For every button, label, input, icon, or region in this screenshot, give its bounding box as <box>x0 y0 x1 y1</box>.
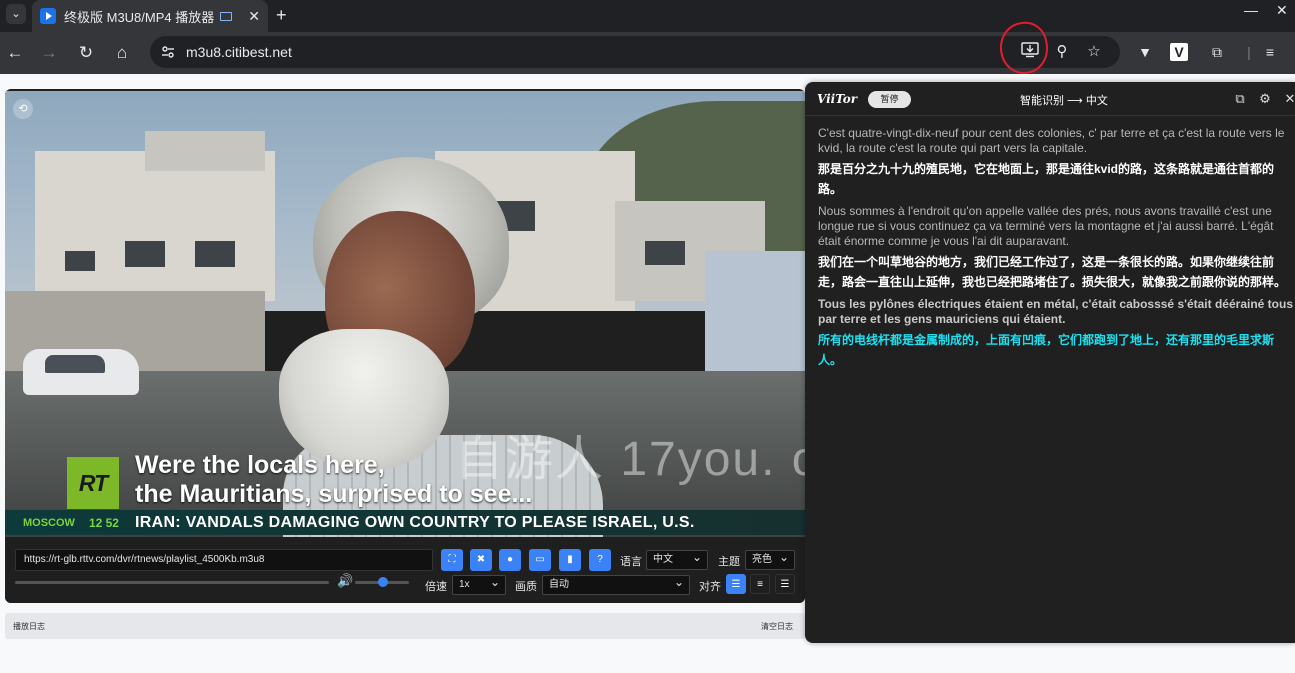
quality-label: 画质 <box>515 581 537 593</box>
theme-select[interactable]: 亮色 <box>745 548 795 570</box>
window-minimize-button[interactable]: — <box>1244 2 1258 18</box>
tab-close-icon[interactable]: ✕ <box>248 8 260 25</box>
video-car <box>23 349 139 395</box>
ticker-headline: IRAN: VANDALS DAMAGING OWN COUNTRY TO PL… <box>134 513 695 531</box>
export-icon[interactable]: ⧉ <box>1231 90 1249 108</box>
toolbar-divider: | <box>1247 44 1251 60</box>
speed-label: 倍速 <box>425 581 447 593</box>
align-right-button[interactable]: ☰ <box>775 574 795 594</box>
back-button[interactable]: ← <box>3 41 27 65</box>
vpn-extension-icon[interactable]: ▼ <box>1134 41 1156 63</box>
theme-label: 主题 <box>718 556 740 568</box>
news-ticker: MOSCOW 12 52 IRAN: VANDALS DAMAGING OWN … <box>5 510 805 535</box>
zoom-icon[interactable]: ⚲ <box>1052 42 1072 62</box>
browser-tabbar: ⌄ 终极版 M3U8/MP4 播放器 ✕ + — ✕ <box>0 0 1295 32</box>
fullscreen-button[interactable]: ⛶ <box>441 549 463 571</box>
align-left-button[interactable]: ☰ <box>726 574 746 594</box>
video-subtitle-line-2: the Mauritians, surprised to see... <box>135 480 533 508</box>
bookmark-star-icon[interactable]: ☆ <box>1084 42 1104 62</box>
recognition-mode[interactable]: 智能识别 ⟶ 中文 <box>1020 92 1108 108</box>
new-tab-button[interactable]: + <box>276 5 287 26</box>
stream-url-input[interactable]: https://rt-glb.rttv.com/dvr/rtnews/playl… <box>15 549 433 571</box>
ticker-city: MOSCOW <box>23 516 75 529</box>
address-url[interactable]: m3u8.citibest.net <box>186 44 292 60</box>
browser-toolbar: ← → ↻ ⌂ m3u8.citibest.net ⚲ ☆ <box>0 18 1295 78</box>
video-window <box>65 251 95 271</box>
transcript-source-line: Nous sommes à l'endroit qu'on appelle va… <box>818 204 1274 248</box>
video-subtitle: Were the locals here, the Mauritians, su… <box>135 451 532 509</box>
video-building-blue <box>705 251 805 371</box>
transcript-list: C'est quatre-vingt-dix-neuf pour cent de… <box>818 126 1294 373</box>
tab-search-button[interactable]: ⌄ <box>6 4 26 24</box>
reading-list-icon[interactable]: ≡ <box>1259 41 1281 63</box>
video-window <box>195 241 235 267</box>
forward-button[interactable]: → <box>37 41 61 65</box>
ticker-time: 12 52 <box>88 515 119 530</box>
video-building-left <box>35 151 275 301</box>
extensions-puzzle-icon[interactable]: ⧉ <box>1206 41 1228 63</box>
clear-log-button[interactable]: 清空日志 <box>761 621 793 632</box>
video-player: ⟲ 自游人 17you. com RT Were the locals here… <box>5 89 805 603</box>
close-panel-icon[interactable]: ✕ <box>1281 90 1295 108</box>
play-log-label: 播放日志 <box>13 622 45 631</box>
video-subtitle-line-1: Were the locals here, <box>135 451 385 479</box>
log-bar: 播放日志 清空日志 <box>5 613 805 639</box>
video-window <box>645 241 685 265</box>
video-building-top <box>145 131 265 171</box>
home-button[interactable]: ⌂ <box>110 41 134 65</box>
align-label: 对齐 <box>699 581 721 593</box>
video-frame[interactable]: ⟲ 自游人 17you. com RT Were the locals here… <box>5 91 805 537</box>
align-center-button[interactable]: ≡ <box>750 574 770 594</box>
quality-select[interactable]: 自动 <box>542 573 690 595</box>
volume-knob[interactable] <box>378 577 388 587</box>
transcript-translation-line: 那是百分之九十九的殖民地，它在地面上，那是通往kvid的路，这条路就是通往首都的… <box>818 162 1275 196</box>
subtitle-button[interactable]: ▭ <box>529 549 551 571</box>
browser-tab-active[interactable]: 终极版 M3U8/MP4 播放器 ✕ <box>32 0 268 32</box>
speed-select[interactable]: 1x <box>452 573 506 595</box>
settings-gear-icon[interactable]: ⚙ <box>1256 90 1274 108</box>
panel-brand: ViiTor <box>817 92 858 106</box>
progress-bar[interactable] <box>15 581 329 584</box>
viitor-extension-icon[interactable]: V <box>1170 43 1188 61</box>
window-close-button[interactable]: ✕ <box>1276 2 1288 19</box>
transcript-source-line-current: Tous les pylônes électriques étaient en … <box>818 297 1293 326</box>
rt-logo: RT <box>67 457 119 509</box>
screenshot-button[interactable]: ● <box>499 549 521 571</box>
language-label: 语言 <box>620 556 642 568</box>
cast-indicator-icon <box>220 11 233 21</box>
transcript-translation-line-current: 所有的电线杆都是金属制成的，上面有凹痕，它们都跑到了地上，还有那里的毛里求斯人。 <box>818 333 1275 367</box>
site-settings-icon[interactable] <box>160 44 176 60</box>
address-bar[interactable]: m3u8.citibest.net ⚲ ☆ <box>150 36 1120 68</box>
language-select[interactable]: 中文 <box>646 548 708 570</box>
play-favicon-icon <box>40 8 56 24</box>
player-controls: https://rt-glb.rttv.com/dvr/rtnews/playl… <box>5 537 805 603</box>
transcript-source-line: C'est quatre-vingt-dix-neuf pour cent de… <box>818 126 1285 155</box>
delete-button[interactable]: ▮ <box>559 549 581 571</box>
tab-title: 终极版 M3U8/MP4 播放器 <box>64 9 215 25</box>
pip-button[interactable]: ✖ <box>470 549 492 571</box>
volume-icon[interactable]: 🔊 <box>337 573 353 589</box>
help-button[interactable]: ? <box>589 549 611 571</box>
replay-icon[interactable]: ⟲ <box>13 99 33 119</box>
video-window <box>125 241 165 267</box>
subtitle-panel: ViiTor 暂停 智能识别 ⟶ 中文 ⧉ ⚙ ✕ C'est quatre-v… <box>805 82 1295 643</box>
panel-header: ViiTor 暂停 智能识别 ⟶ 中文 ⧉ ⚙ ✕ <box>805 82 1295 116</box>
transcript-translation-line: 我们在一个叫草地谷的地方，我们已经工作过了，这是一条很长的路。如果你继续往前走，… <box>818 255 1287 289</box>
pause-button[interactable]: 暂停 <box>868 91 911 108</box>
reload-button[interactable]: ↻ <box>74 41 98 65</box>
